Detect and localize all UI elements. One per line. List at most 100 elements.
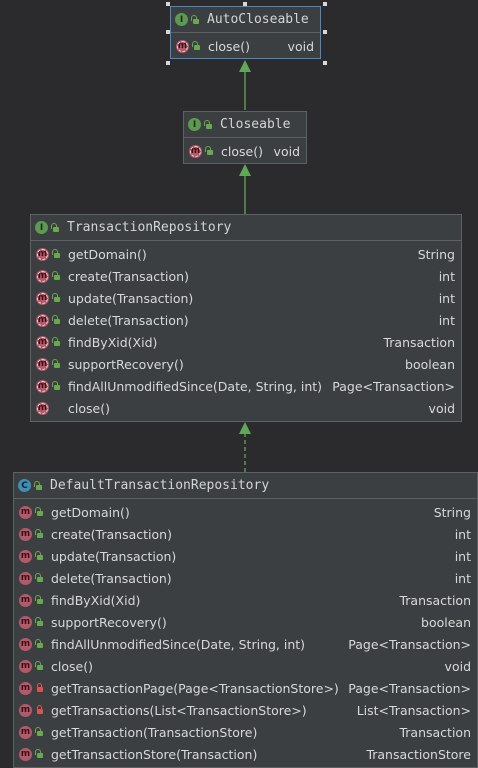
method-row[interactable]: m findByXid(Xid) Transaction — [31, 331, 461, 353]
method-row[interactable]: m findAllUnmodifiedSince(Date, String, in… — [14, 633, 477, 655]
method-name: update(Transaction) — [68, 290, 194, 306]
closeable-header: I Closeable — [184, 112, 306, 138]
method-row[interactable]: m findByXid(Xid) Transaction — [14, 589, 477, 611]
selection-handle-top-left[interactable] — [166, 2, 170, 6]
method-row[interactable]: m close() void — [14, 655, 477, 677]
selection-handle-bottom-left[interactable] — [166, 61, 170, 65]
abstract-method-icon: m — [36, 335, 49, 349]
selection-handle-top-middle[interactable] — [243, 2, 247, 6]
method-row[interactable]: m delete(Transaction) int — [31, 309, 461, 331]
public-lock-icon — [35, 507, 45, 517]
method-icon: m — [19, 571, 32, 585]
selection-handle-middle-right[interactable] — [323, 30, 327, 34]
method-return-type: Transaction — [399, 592, 471, 608]
method-row[interactable]: m getTransactions(List<TransactionStore>)… — [14, 699, 477, 721]
selection-handle-middle-left[interactable] — [166, 30, 170, 34]
class-icon: C — [18, 479, 31, 492]
method-name: close() — [221, 143, 263, 159]
blank-visibility-icon — [52, 403, 62, 413]
method-return-type: void — [428, 400, 455, 416]
public-lock-icon — [191, 14, 201, 25]
private-lock-icon — [35, 705, 45, 715]
public-lock-icon — [35, 551, 45, 561]
public-lock-icon — [35, 529, 45, 539]
method-row[interactable]: m supportRecovery() boolean — [31, 353, 461, 375]
abstract-method-icon: m — [176, 39, 189, 53]
method-return-type: int — [438, 312, 455, 328]
method-return-type: void — [444, 658, 471, 674]
repository-extends-closeable-arrowhead — [239, 164, 251, 176]
method-icon: m — [19, 725, 32, 739]
method-name: supportRecovery() — [51, 614, 167, 630]
method-row[interactable]: m create(Transaction) int — [14, 523, 477, 545]
abstract-method-icon: m — [36, 291, 49, 305]
method-return-type: int — [454, 570, 471, 586]
method-name: getTransactions(List<TransactionStore>) — [51, 702, 307, 718]
method-name: close() — [208, 38, 250, 54]
public-lock-icon — [52, 315, 62, 325]
method-list: m close() void — [184, 138, 306, 162]
method-return-type: void — [287, 38, 314, 54]
method-return-type: List<Transaction> — [356, 702, 471, 718]
method-row[interactable]: m close() void — [31, 397, 461, 419]
abstract-method-icon: m — [36, 247, 49, 261]
method-name: close() — [51, 658, 93, 674]
method-icon: m — [19, 659, 32, 673]
method-icon: m — [19, 747, 32, 761]
method-row[interactable]: m getDomain() String — [31, 243, 461, 265]
method-return-type: int — [454, 526, 471, 542]
method-name: getTransactionPage(Page<TransactionStore… — [51, 680, 339, 696]
autocloseable-box[interactable]: I AutoCloseable m close() void — [170, 6, 321, 59]
method-list: m close() void — [171, 33, 320, 57]
method-row[interactable]: m getTransactionPage(Page<TransactionStor… — [14, 677, 477, 699]
method-row[interactable]: m findAllUnmodifiedSince(Date, String, in… — [31, 375, 461, 397]
default-implements-repository-arrowhead — [239, 422, 251, 434]
method-row[interactable]: m getTransactionStore(Transaction) Transac… — [14, 743, 477, 765]
method-row[interactable]: m create(Transaction) int — [31, 265, 461, 287]
method-row[interactable]: m update(Transaction) int — [14, 545, 477, 567]
method-row[interactable]: m delete(Transaction) int — [14, 567, 477, 589]
method-name: delete(Transaction) — [51, 570, 172, 586]
public-lock-icon — [52, 359, 62, 369]
method-icon: m — [19, 703, 32, 717]
method-return-type: boolean — [421, 614, 471, 630]
method-row[interactable]: m close() void — [184, 140, 306, 162]
interface-icon: I — [188, 118, 201, 131]
method-return-type: int — [438, 268, 455, 284]
selection-handle-bottom-right[interactable] — [323, 61, 327, 65]
method-return-type: Transaction — [383, 334, 455, 350]
method-row[interactable]: m update(Transaction) int — [31, 287, 461, 309]
class-name: DefaultTransactionRepository — [50, 478, 270, 493]
method-return-type: int — [454, 548, 471, 564]
method-row[interactable]: m supportRecovery() boolean — [14, 611, 477, 633]
method-icon: m — [19, 681, 32, 695]
method-icon: m — [19, 637, 32, 651]
closeable-box[interactable]: I Closeable m close() void — [183, 111, 307, 164]
public-lock-icon — [52, 249, 62, 259]
abstract-method-icon: m — [189, 144, 202, 158]
method-row[interactable]: m getTransaction(TransactionStore) Transac… — [14, 721, 477, 743]
method-return-type: Page<Transaction> — [348, 636, 471, 652]
abstract-method-icon: m — [36, 357, 49, 371]
public-lock-icon — [192, 41, 202, 51]
selection-handle-top-right[interactable] — [323, 2, 327, 6]
closeable-extends-autocloseable-arrowhead — [239, 60, 251, 72]
default-transaction-repository-header: C DefaultTransactionRepository — [14, 473, 477, 499]
method-return-type: boolean — [405, 356, 455, 372]
method-return-type: Page<Transaction> — [332, 378, 455, 394]
method-return-type: Transaction — [399, 724, 471, 740]
class-name: TransactionRepository — [67, 220, 232, 235]
method-name: findByXid(Xid) — [51, 592, 141, 608]
method-row[interactable]: m getDomain() String — [14, 501, 477, 523]
method-name: getTransaction(TransactionStore) — [51, 724, 258, 740]
method-name: findByXid(Xid) — [68, 334, 158, 350]
method-row[interactable]: m close() void — [171, 35, 320, 57]
default-transaction-repository-box[interactable]: C DefaultTransactionRepository m getDomai… — [13, 472, 478, 768]
method-name: getDomain() — [51, 504, 130, 520]
method-name: create(Transaction) — [51, 526, 172, 542]
method-name: getTransactionStore(Transaction) — [51, 746, 258, 762]
public-lock-icon — [51, 222, 61, 233]
method-return-type: int — [438, 290, 455, 306]
public-lock-icon — [204, 119, 214, 130]
transaction-repository-box[interactable]: I TransactionRepository m getDomain() Stri… — [30, 214, 462, 422]
